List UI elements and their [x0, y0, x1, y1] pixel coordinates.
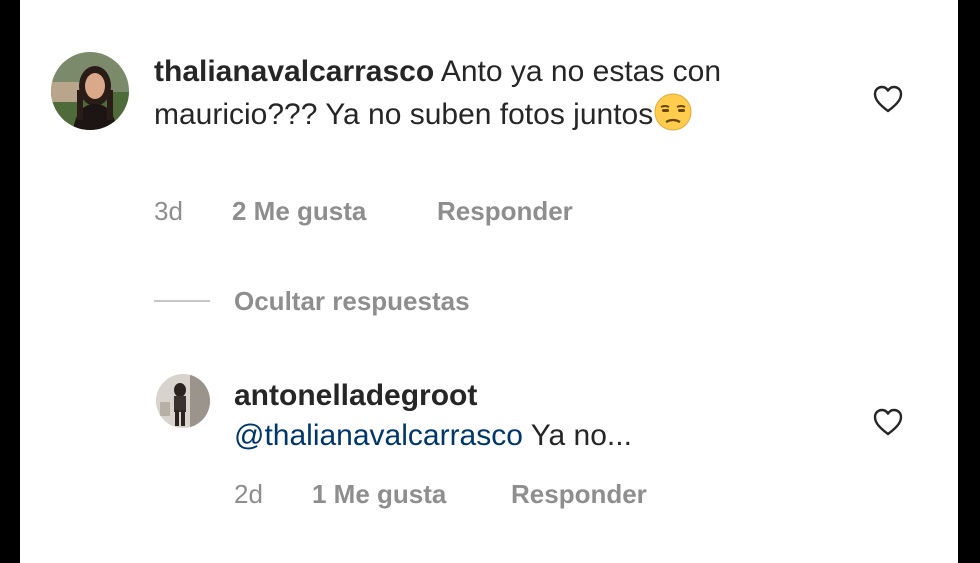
reply-username[interactable]: antonelladegroot [234, 376, 834, 416]
comment-time: 3d [154, 196, 183, 226]
hide-replies-label: Ocultar respuestas [234, 286, 470, 316]
reply-text: Ya no... [530, 419, 632, 452]
reply-mention[interactable]: @thalianavalcarrasco [234, 419, 523, 452]
unamused-face-icon [654, 93, 692, 131]
reply-reply-button[interactable]: Responder [511, 479, 647, 510]
reply-button[interactable]: Responder [437, 196, 573, 227]
avatar[interactable] [51, 52, 129, 130]
reply-time: 2d [234, 479, 263, 509]
divider-line [154, 300, 210, 303]
like-heart-icon[interactable] [872, 84, 904, 114]
reply-likes[interactable]: 1 Me gusta [312, 479, 446, 510]
profile-photo [156, 374, 210, 428]
comment-meta: 3d 2 Me gusta Responder [154, 196, 654, 230]
comment-likes[interactable]: 2 Me gusta [232, 196, 366, 227]
profile-photo [51, 52, 129, 130]
comment-username[interactable]: thalianavalcarrasco [154, 55, 434, 88]
hide-replies-toggle[interactable]: Ocultar respuestas [154, 286, 470, 317]
reply-avatar[interactable] [156, 374, 210, 428]
comment-body: thalianavalcarrasco Anto ya no estas con… [154, 52, 774, 135]
comments-panel: thalianavalcarrasco Anto ya no estas con… [20, 0, 958, 563]
reply-meta: 2d 1 Me gusta Responder [234, 479, 734, 513]
reply-body: antonelladegroot @thalianavalcarrasco Ya… [234, 376, 834, 456]
reply-like-heart-icon[interactable] [872, 407, 904, 437]
